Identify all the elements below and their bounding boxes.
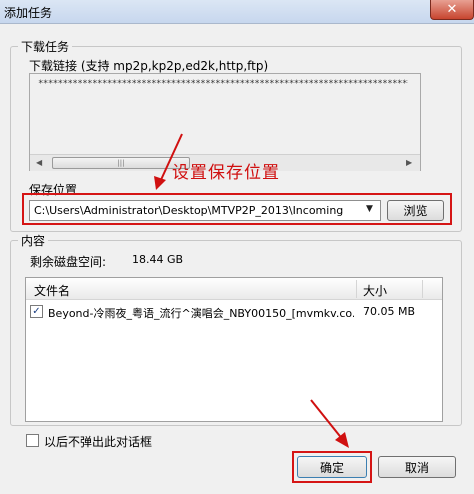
- disk-space-value: 18.44 GB: [132, 253, 184, 266]
- row-checkbox[interactable]: ✓: [30, 305, 43, 318]
- grip-icon: |||: [117, 159, 125, 167]
- column-header-size[interactable]: 大小: [363, 282, 387, 299]
- column-header-filename[interactable]: 文件名: [34, 282, 70, 299]
- title-bar: 添加任务 ✕: [0, 0, 474, 24]
- ok-button[interactable]: 确定: [297, 456, 367, 478]
- link-textarea[interactable]: ****************************************…: [29, 73, 421, 171]
- link-label: 下载链接 (支持 mp2p,kp2p,ed2k,http,ftp): [29, 59, 269, 73]
- list-header: 文件名 大小: [26, 278, 442, 300]
- dont-show-label: 以后不弹出此对话框: [44, 435, 153, 449]
- column-divider[interactable]: [356, 280, 357, 298]
- file-size: 70.05 MB: [363, 305, 416, 318]
- chevron-down-icon[interactable]: ▼: [366, 204, 373, 214]
- content-group-title: 内容: [18, 232, 49, 249]
- download-group-title: 下载任务: [18, 38, 73, 55]
- scroll-left-icon[interactable]: ◀: [36, 158, 42, 167]
- disk-space-label: 剩余磁盘空间:: [30, 255, 107, 269]
- dont-show-checkbox[interactable]: [26, 434, 39, 447]
- annotation-arrow-icon: [310, 399, 349, 448]
- scroll-right-icon[interactable]: ▶: [406, 158, 412, 167]
- file-list[interactable]: 文件名 大小 ✓ Beyond-冷雨夜_粤语_流行^演唱会_NBY00150_[…: [25, 277, 443, 422]
- close-button[interactable]: ✕: [430, 0, 474, 20]
- annotation-label: 设置保存位置: [172, 163, 280, 183]
- save-path-value: C:\Users\Administrator\Desktop\MTVP2P_20…: [34, 204, 344, 217]
- link-value: ****************************************…: [38, 79, 408, 89]
- window-title: 添加任务: [4, 6, 53, 20]
- close-icon: ✕: [446, 2, 458, 17]
- cancel-button[interactable]: 取消: [378, 456, 456, 478]
- save-path-combobox[interactable]: C:\Users\Administrator\Desktop\MTVP2P_20…: [29, 200, 381, 221]
- file-name: Beyond-冷雨夜_粤语_流行^演唱会_NBY00150_[mvmkv.co.…: [48, 307, 354, 320]
- browse-button[interactable]: 浏览: [387, 200, 444, 221]
- column-divider[interactable]: [422, 280, 423, 298]
